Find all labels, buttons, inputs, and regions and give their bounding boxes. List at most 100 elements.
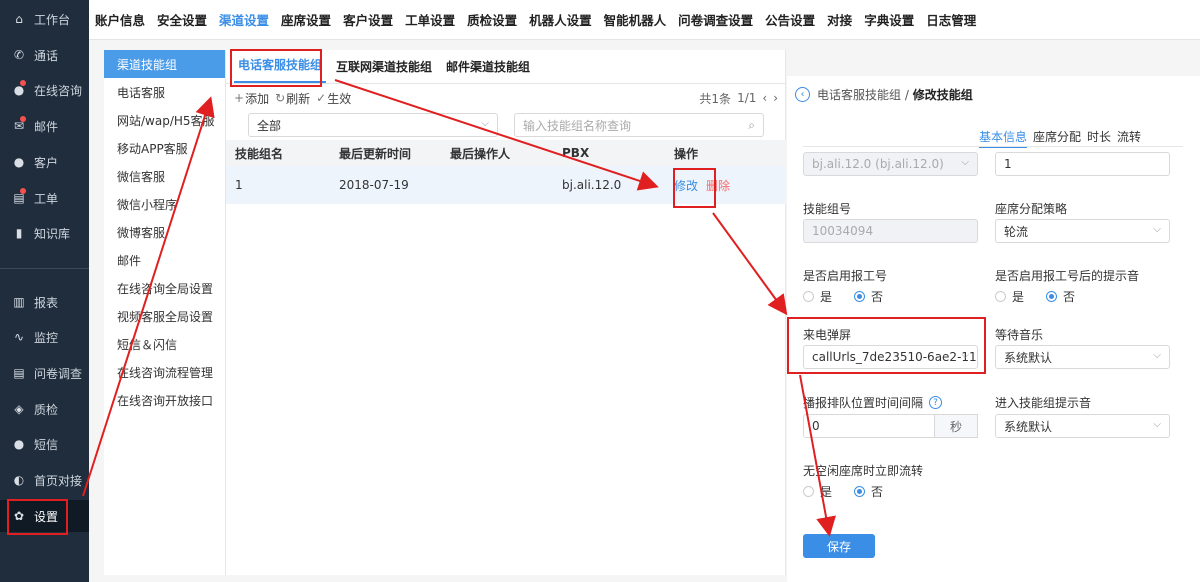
- sidebar-item-customers[interactable]: ● 客户: [0, 146, 89, 178]
- notification-dot: [20, 188, 26, 194]
- sidebar-item-sms[interactable]: ● 短信: [0, 428, 89, 460]
- submenu-item-app-service[interactable]: 移动APP客服: [104, 134, 225, 162]
- sidebar-item-online-chat[interactable]: ● 在线咨询: [0, 74, 89, 106]
- topnav-integration[interactable]: 对接: [827, 0, 852, 40]
- sidebar-item-reports[interactable]: ▥ 报表: [0, 286, 89, 318]
- skill-group-search-input[interactable]: 输入技能组名称查询 ⌕: [514, 113, 764, 137]
- tab-transfer[interactable]: 流转: [1117, 128, 1141, 148]
- tab-duration[interactable]: 时长: [1087, 128, 1111, 148]
- apply-button[interactable]: ✓ 生效: [316, 90, 351, 107]
- search-placeholder: 输入技能组名称查询: [523, 118, 632, 133]
- sidebar-item-survey[interactable]: ▤ 问卷调查: [0, 357, 89, 389]
- report-no-label: 是否启用报工号: [803, 269, 888, 283]
- topnav-account-info[interactable]: 账户信息: [95, 0, 145, 40]
- submenu-item-phone-service[interactable]: 电话客服: [104, 78, 225, 106]
- page-indicator: 1/1: [737, 91, 757, 105]
- save-button[interactable]: 保存: [803, 534, 875, 558]
- topnav-customer-settings[interactable]: 客户设置: [343, 0, 393, 40]
- topnav-quality-settings[interactable]: 质检设置: [467, 0, 517, 40]
- sidebar-item-settings[interactable]: ✿ 设置: [0, 500, 89, 532]
- submenu-item-sms-flash[interactable]: 短信＆闪信: [104, 330, 225, 358]
- topnav-security[interactable]: 安全设置: [157, 0, 207, 40]
- topnav-channel-settings[interactable]: 渠道设置: [219, 0, 269, 40]
- tab-seat-allocation[interactable]: 座席分配: [1033, 128, 1081, 148]
- sidebar-item-label: 监控: [34, 330, 59, 345]
- submenu-item-web-service[interactable]: 网站/wap/H5客服: [104, 106, 225, 134]
- delete-link[interactable]: 删除: [706, 177, 730, 194]
- tab-mail-skill-group[interactable]: 邮件渠道技能组: [442, 58, 534, 83]
- prev-page-icon[interactable]: ‹: [762, 91, 767, 105]
- enter-tone-select[interactable]: 系统默认 ⌵: [995, 414, 1170, 438]
- bar-chart-icon: ▥: [13, 295, 25, 309]
- help-icon[interactable]: ?: [929, 396, 943, 409]
- tab-phone-skill-group[interactable]: 电话客服技能组: [234, 56, 327, 83]
- sidebar-item-tickets[interactable]: ▤ 工单: [0, 182, 89, 214]
- table-row[interactable]: 1 2018-07-19 bj.ali.12.0 修改 删除: [226, 166, 786, 204]
- topnav-seat-settings[interactable]: 座席设置: [281, 0, 331, 40]
- col-header-operator: 最后操作人: [450, 146, 511, 161]
- sidebar-item-workbench[interactable]: ⌂ 工作台: [0, 3, 89, 35]
- strategy-select[interactable]: 轮流 ⌵: [995, 219, 1170, 243]
- topnav-survey-settings[interactable]: 问卷调查设置: [678, 0, 753, 40]
- submenu-item-online-flow[interactable]: 在线咨询流程管理: [104, 358, 225, 386]
- radio-label: 否: [871, 290, 884, 304]
- submenu-item-mail[interactable]: 邮件: [104, 246, 225, 274]
- radio-report-no-yes[interactable]: 是: [803, 288, 832, 305]
- submenu-item-online-api[interactable]: 在线咨询开放接口: [104, 386, 225, 414]
- sidebar-item-mail[interactable]: ✉ 邮件: [0, 110, 89, 142]
- submenu-item-weibo-service[interactable]: 微博客服: [104, 218, 225, 246]
- pbx-filter-select[interactable]: 全部 ⌵: [248, 113, 498, 137]
- tab-internet-skill-group[interactable]: 互联网渠道技能组: [332, 58, 436, 83]
- topnav-notice-settings[interactable]: 公告设置: [765, 0, 815, 40]
- radio-report-no-no[interactable]: 否: [854, 288, 883, 305]
- sidebar-item-calls[interactable]: ✆ 通话: [0, 39, 89, 71]
- book-icon: ▮: [15, 226, 23, 240]
- topnav-smart-robot[interactable]: 智能机器人: [604, 0, 667, 40]
- radio-report-tone-yes[interactable]: 是: [995, 288, 1024, 305]
- strategy-value: 轮流: [1004, 224, 1029, 239]
- skill-group-tabs: 电话客服技能组 互联网渠道技能组 邮件渠道技能组: [226, 50, 786, 84]
- sidebar-item-label: 知识库: [34, 226, 71, 241]
- sidebar-item-label: 客户: [34, 155, 59, 170]
- topnav-robot-settings[interactable]: 机器人设置: [529, 0, 592, 40]
- col-header-name: 技能组名: [235, 146, 284, 161]
- back-arrow-icon[interactable]: ‹: [795, 87, 810, 102]
- edit-link[interactable]: 修改: [674, 177, 698, 194]
- add-button[interactable]: + 添加: [234, 90, 269, 107]
- skill-group-name-input[interactable]: 1: [995, 152, 1170, 176]
- ticket-icon: ▤: [12, 188, 26, 205]
- sidebar-item-knowledge-base[interactable]: ▮ 知识库: [0, 217, 89, 249]
- sidebar-item-quality[interactable]: ◈ 质检: [0, 393, 89, 425]
- notification-dot: [20, 80, 26, 86]
- radio-circle: [803, 291, 814, 302]
- sidebar-item-label: 邮件: [34, 119, 59, 134]
- next-page-icon[interactable]: ›: [773, 91, 778, 105]
- channel-submenu: 渠道技能组 电话客服 网站/wap/H5客服 移动APP客服 微信客服 微信小程…: [104, 50, 226, 575]
- tab-basic-info[interactable]: 基本信息: [979, 128, 1028, 148]
- submenu-item-online-global[interactable]: 在线咨询全局设置: [104, 274, 225, 302]
- sidebar-item-label: 在线咨询: [34, 83, 83, 98]
- radio-circle-checked: [854, 486, 866, 497]
- submenu-item-skill-groups[interactable]: 渠道技能组: [104, 50, 225, 78]
- submenu-item-video-global[interactable]: 视频客服全局设置: [104, 302, 225, 330]
- radio-idle-transfer-yes[interactable]: 是: [803, 483, 832, 500]
- refresh-button[interactable]: ↻ 刷新: [275, 90, 310, 107]
- popup-select[interactable]: callUrls_7de23510-6ae2-11 ⌵: [803, 345, 978, 369]
- music-select[interactable]: 系统默认 ⌵: [995, 345, 1170, 369]
- radio-label: 是: [820, 485, 833, 499]
- topnav-logs[interactable]: 日志管理: [926, 0, 976, 40]
- sidebar-item-monitor[interactable]: ∿ 监控: [0, 321, 89, 353]
- breadcrumb-parent[interactable]: 电话客服技能组: [817, 88, 901, 102]
- mail-icon: ✉: [12, 116, 26, 133]
- survey-icon: ▤: [13, 366, 25, 380]
- sidebar-item-homepage-integration[interactable]: ◐ 首页对接: [0, 464, 89, 496]
- radio-idle-transfer-no[interactable]: 否: [854, 483, 883, 500]
- topnav-dictionary[interactable]: 字典设置: [864, 0, 914, 40]
- radio-circle: [995, 291, 1006, 302]
- submenu-item-wechat-service[interactable]: 微信客服: [104, 162, 225, 190]
- submenu-item-wechat-miniprogram[interactable]: 微信小程序: [104, 190, 225, 218]
- radio-report-tone-no[interactable]: 否: [1046, 288, 1075, 305]
- queue-interval-input[interactable]: 0: [803, 414, 935, 438]
- topnav-ticket-settings[interactable]: 工单设置: [405, 0, 455, 40]
- phone-icon: ✆: [13, 48, 25, 62]
